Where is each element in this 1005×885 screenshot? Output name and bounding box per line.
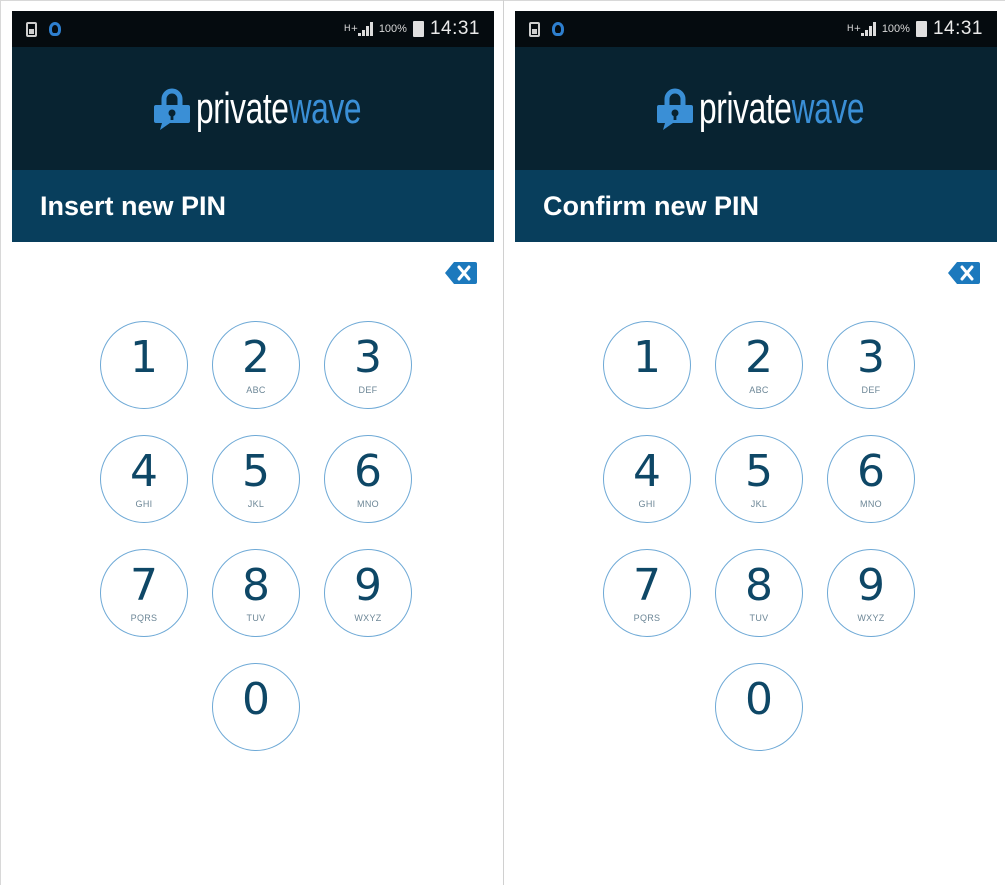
brand-header: privatewave [515,47,997,170]
keypad-key-9[interactable]: 9 WXYZ [324,549,412,637]
keypad-key-2[interactable]: 2 ABC [715,321,803,409]
battery-icon [412,21,424,37]
clock: 14:31 [429,18,480,39]
battery-percent: 100% [881,23,910,35]
frame-border-left [0,0,1,885]
keypad-key-8[interactable]: 8 TUV [715,549,803,637]
logo-wordmark: privatewave [699,83,865,133]
keypad-key-3[interactable]: 3 DEF [324,321,412,409]
screen-divider [503,0,504,885]
signal-strength-icon [357,22,373,36]
keypad-key-8[interactable]: 8 TUV [212,549,300,637]
status-bar: H+ 100% 14:31 [12,11,494,47]
signal-strength-icon [860,22,876,36]
pin-keypad: 1 2 ABC 3 DEF 4 GHI 5 JKL 6 MNO 7 PQRS 8 TUV 9W… [100,321,412,761]
title-bar: Insert new PIN [12,170,494,242]
keypad-key-2[interactable]: 2 ABC [212,321,300,409]
keypad-key-4[interactable]: 4 GHI [603,435,691,523]
keypad-key-7[interactable]: 7 PQRS [100,549,188,637]
keypad-key-9[interactable]: 9 WXYZ [827,549,915,637]
pin-keypad: 1 2 ABC 3 DEF 4 GHI 5 JKL 6 MNO 7 PQRS 8 TUV 9W… [603,321,915,761]
keypad-key-1[interactable]: 1 [603,321,691,409]
backspace-icon[interactable] [444,261,478,285]
keypad-key-3[interactable]: 3 DEF [827,321,915,409]
pin-screen-insert: H+ 100% 14:31 privatewave Insert new PIN [12,11,494,885]
network-type-label: H+ [846,24,862,34]
keypad-key-5[interactable]: 5 JKL [212,435,300,523]
lock-chat-bubble-icon [657,88,694,130]
clock: 14:31 [932,18,983,39]
backspace-icon[interactable] [947,261,981,285]
sim-card-icon [529,21,540,37]
privatewave-logo: privatewave [655,84,865,134]
keypad-key-4[interactable]: 4 GHI [100,435,188,523]
keypad-key-6[interactable]: 6 MNO [827,435,915,523]
page-title: Insert new PIN [40,190,227,221]
keypad-key-6[interactable]: 6 MNO [324,435,412,523]
keypad-key-0[interactable]: 0 [715,663,803,751]
lock-chat-bubble-icon [154,88,191,130]
app-notification-icon [49,22,61,36]
logo-wordmark: privatewave [196,83,362,133]
sim-card-icon [26,21,37,37]
status-bar: H+ 100% 14:31 [515,11,997,47]
title-bar: Confirm new PIN [515,170,997,242]
app-notification-icon [552,22,564,36]
pin-screen-confirm: H+ 100% 14:31 privatewave Confirm new PI… [515,11,997,885]
brand-header: privatewave [12,47,494,170]
keypad-key-7[interactable]: 7 PQRS [603,549,691,637]
battery-icon [915,21,927,37]
keypad-key-0[interactable]: 0 [212,663,300,751]
keypad-key-5[interactable]: 5 JKL [715,435,803,523]
battery-percent: 100% [378,23,407,35]
keypad-key-1[interactable]: 1 [100,321,188,409]
network-type-label: H+ [343,24,359,34]
privatewave-logo: privatewave [152,84,362,134]
page-title: Confirm new PIN [543,190,760,221]
